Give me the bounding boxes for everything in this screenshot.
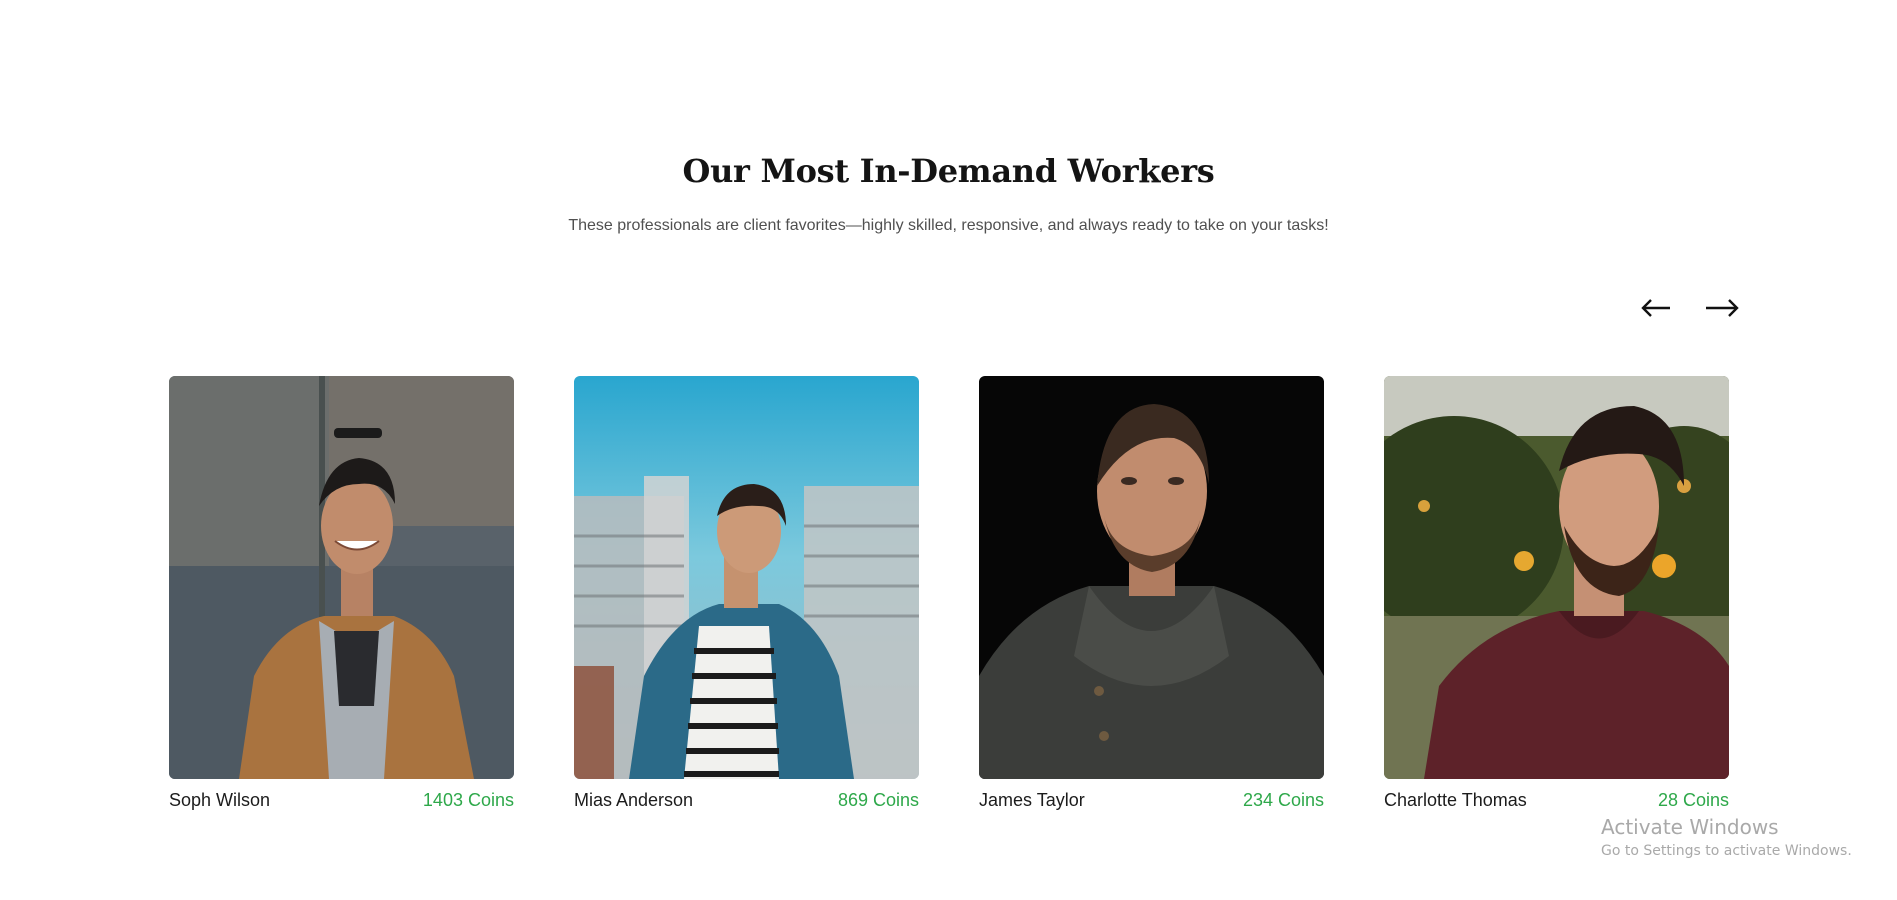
worker-name: Mias Anderson [574, 790, 694, 810]
worker-photo [169, 376, 514, 779]
worker-coins: 234 Coins [1242, 790, 1324, 810]
worker-card-footer: Charlotte Thomas 28 Coins [1384, 790, 1729, 811]
worker-card[interactable]: James Taylor 234 Coins [979, 376, 1324, 811]
worker-photo [574, 376, 919, 779]
worker-name: Charlotte Thomas [1384, 790, 1527, 810]
watermark-title: Activate Windows [1601, 815, 1779, 839]
worker-card-footer: Soph Wilson 1403 Coins [169, 790, 514, 811]
worker-cards: Soph Wilson 1403 Coins Mias Anderson 869… [169, 376, 1729, 811]
worker-card[interactable]: Mias Anderson 869 Coins [574, 376, 919, 811]
worker-coins: 28 Coins [1657, 790, 1729, 810]
arrow-left-icon [1641, 299, 1670, 317]
worker-card-footer: Mias Anderson 869 Coins [574, 790, 919, 811]
carousel-navigation [1638, 290, 1740, 326]
activation-watermark: Activate Windows Go to Settings to activ… [1601, 815, 1852, 859]
worker-name: James Taylor [979, 790, 1085, 810]
worker-card[interactable]: Soph Wilson 1403 Coins [169, 376, 514, 811]
previous-button[interactable] [1638, 290, 1674, 326]
arrow-right-icon [1706, 299, 1739, 317]
next-button[interactable] [1704, 290, 1740, 326]
worker-coins: 869 Coins [837, 790, 919, 810]
section-title: Our Most In-Demand Workers [682, 152, 1215, 190]
worker-card[interactable]: Charlotte Thomas 28 Coins [1384, 376, 1729, 811]
worker-photo [979, 376, 1324, 779]
page: Our Most In-Demand Workers These profess… [0, 0, 1897, 900]
worker-photo [1384, 376, 1729, 779]
worker-coins: 1403 Coins [422, 790, 514, 810]
worker-name: Soph Wilson [169, 790, 271, 810]
worker-card-footer: James Taylor 234 Coins [979, 790, 1324, 811]
section-subtitle: These professionals are client favorites… [568, 217, 1329, 234]
watermark-subtitle: Go to Settings to activate Windows. [1601, 843, 1852, 859]
